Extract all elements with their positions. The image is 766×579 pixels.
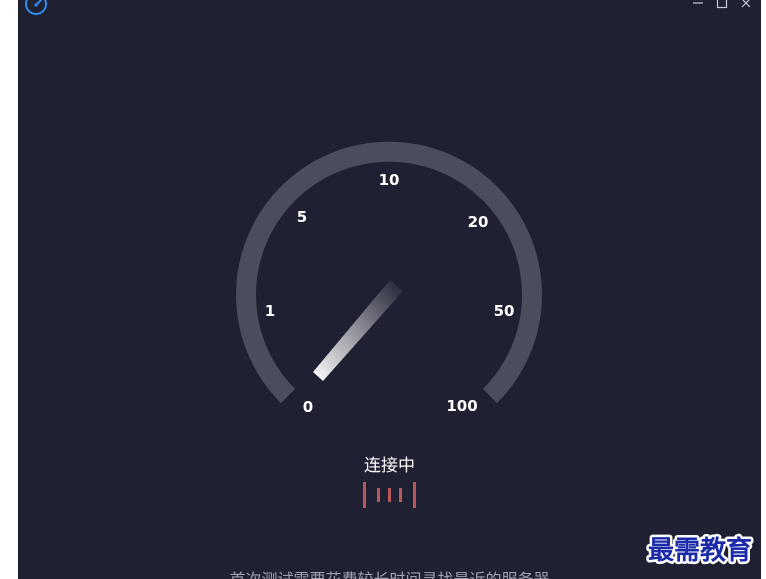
tick-label-10: 10	[379, 171, 400, 189]
tick-label-50: 50	[494, 302, 515, 320]
speed-gauge: 0 1 5 10 20 50 100	[236, 141, 542, 416]
tick-label-5: 5	[297, 208, 307, 226]
gauge-needle	[313, 280, 403, 381]
tick-label-100: 100	[446, 397, 477, 415]
svg-text:最需教育: 最需教育	[648, 535, 752, 566]
connection-status: 连接中	[364, 456, 415, 476]
tick-label-1: 1	[265, 302, 275, 320]
tick-label-20: 20	[468, 213, 489, 231]
hint-text: 首次测试需要花费较长时间寻找最近的服务器	[18, 566, 761, 579]
speedtest-window: 0 1 5 10 20 50 100 连接中 首次测试需要花费较长时间寻找最近的…	[18, 0, 761, 579]
watermark-logo: 最需教育 最需教育	[645, 533, 754, 568]
tick-label-0: 0	[303, 398, 313, 416]
loading-bars-icon	[363, 482, 416, 508]
